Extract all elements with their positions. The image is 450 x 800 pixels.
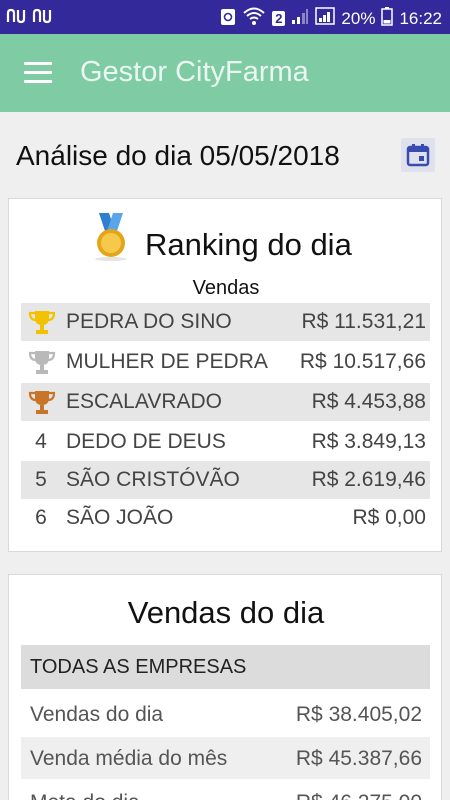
ranking-value: R$ 4.453,88 xyxy=(311,390,426,413)
page-header: Análise do dia 05/05/2018 xyxy=(0,112,450,198)
ranking-position: 6 xyxy=(35,506,47,529)
ranking-name: SÃO JOÃO xyxy=(66,506,174,529)
ranking-row[interactable]: 5 SÃO CRISTÓVÃO R$ 2.619,46 xyxy=(21,461,430,499)
calendar-icon xyxy=(406,144,430,167)
company-name: TODAS AS EMPRESAS xyxy=(30,656,247,678)
ranking-name: SÃO CRISTÓVÃO xyxy=(66,468,240,491)
app-title: Gestor CityFarma xyxy=(80,56,309,88)
status-bar: 2 20% 16:22 xyxy=(0,0,450,34)
page-title: Análise do dia 05/05/2018 xyxy=(16,140,340,171)
ranking-row[interactable]: ESCALAVRADO R$ 4.453,88 xyxy=(21,383,430,421)
ranking-name: ESCALAVRADO xyxy=(66,390,222,413)
signal-weak-icon xyxy=(291,7,309,30)
ranking-value: R$ 11.531,21 xyxy=(301,310,426,333)
sales-title: Vendas do dia xyxy=(127,595,325,630)
trophy-silver-icon xyxy=(28,351,56,374)
sim-badge: 2 xyxy=(272,11,286,26)
ranking-card: Ranking do dia Vendas PEDRA DO SINO R$ 1… xyxy=(8,198,442,552)
trophy-gold-icon xyxy=(28,311,56,334)
ranking-row[interactable]: 4 DEDO DE DEUS R$ 3.849,13 xyxy=(21,423,430,461)
ranking-subtitle: Vendas xyxy=(192,277,260,299)
ranking-value: R$ 3.849,13 xyxy=(311,430,426,453)
signal-icon xyxy=(315,7,336,30)
sales-card: Vendas do dia TODAS AS EMPRESAS Vendas d… xyxy=(8,574,442,800)
ranking-row[interactable]: 6 SÃO JOÃO R$ 0,00 xyxy=(21,499,430,537)
ranking-header: Ranking do dia xyxy=(9,209,443,269)
sales-row: Vendas do dia R$ 38.405,02 xyxy=(21,693,430,735)
sales-value: R$ 38.405,02 xyxy=(295,703,422,726)
ranking-title: Ranking do dia xyxy=(145,227,352,262)
battery-percent: 20% xyxy=(341,8,376,28)
medal-icon xyxy=(95,213,127,261)
ranking-row[interactable]: PEDRA DO SINO R$ 11.531,21 xyxy=(21,303,430,341)
ranking-value: R$ 2.619,46 xyxy=(311,468,426,491)
menu-icon[interactable] xyxy=(24,62,54,84)
ranking-name: MULHER DE PEDRA xyxy=(66,350,268,373)
calendar-button[interactable] xyxy=(401,138,435,172)
ranking-name: PEDRA DO SINO xyxy=(66,310,232,333)
battery-icon xyxy=(381,6,394,31)
clock: 16:22 xyxy=(399,8,442,28)
sales-label: Vendas do dia xyxy=(30,703,164,726)
wifi-icon xyxy=(242,6,266,31)
ranking-row[interactable]: MULHER DE PEDRA R$ 10.517,66 xyxy=(21,343,430,381)
sales-label: Venda média do mês xyxy=(30,747,228,770)
ranking-value: R$ 0,00 xyxy=(352,506,426,529)
ranking-value: R$ 10.517,66 xyxy=(299,350,426,373)
ranking-position: 5 xyxy=(35,468,47,491)
sales-value: R$ 46.275,00 xyxy=(296,791,422,800)
nu-icon xyxy=(6,8,26,29)
trophy-bronze-icon xyxy=(28,391,56,414)
nu-icon xyxy=(32,8,52,29)
app-bar: Gestor CityFarma xyxy=(0,34,450,112)
ranking-name: DEDO DE DEUS xyxy=(66,430,226,453)
sales-row: Meta do dia R$ 46.275,00 xyxy=(21,781,430,800)
ranking-position: 4 xyxy=(35,430,47,453)
sales-label: Meta do dia xyxy=(30,791,140,800)
recycle-icon xyxy=(220,6,236,31)
sales-value: R$ 45.387,66 xyxy=(295,747,422,770)
sales-row: Venda média do mês R$ 45.387,66 xyxy=(21,737,430,779)
company-selector[interactable]: TODAS AS EMPRESAS xyxy=(21,645,430,689)
